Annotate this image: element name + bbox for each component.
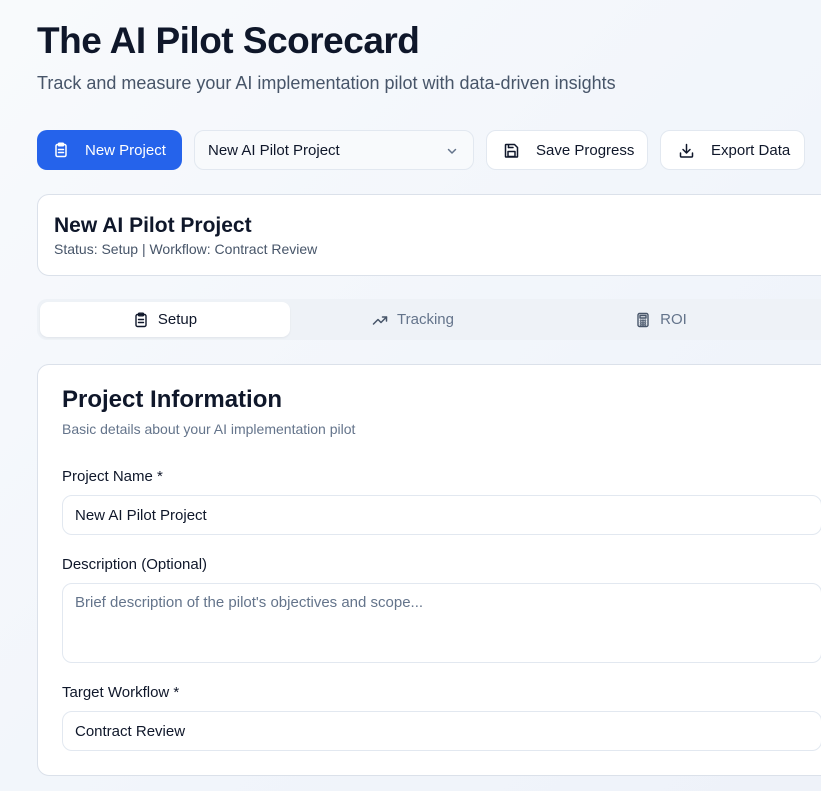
save-progress-button[interactable]: Save Progress — [486, 130, 648, 170]
project-summary-card: New AI Pilot Project Status: Setup | Wor… — [37, 194, 821, 276]
chevron-down-icon — [447, 148, 457, 154]
project-summary-title: New AI Pilot Project — [54, 214, 252, 237]
save-icon — [504, 143, 519, 158]
target-workflow-label: Target Workflow * — [62, 684, 180, 701]
target-workflow-input[interactable] — [62, 711, 821, 751]
page-subtitle: Track and measure your AI implementation… — [37, 73, 616, 93]
tab-roi-label: ROI — [660, 311, 687, 328]
download-icon — [679, 143, 694, 158]
page-title: The AI Pilot Scorecard — [37, 20, 420, 61]
project-information-card: Project Information Basic details about … — [37, 364, 821, 776]
export-data-label: Export Data — [711, 141, 791, 159]
project-name-label: Project Name * — [62, 468, 163, 485]
tab-tracking-label: Tracking — [397, 311, 454, 328]
calculator-icon — [637, 312, 649, 327]
section-title: Project Information — [62, 386, 283, 413]
tab-tracking[interactable]: Tracking — [289, 302, 537, 337]
clipboard-icon — [55, 142, 67, 158]
description-textarea[interactable] — [62, 583, 821, 663]
description-label: Description (Optional) — [62, 556, 208, 573]
save-progress-label: Save Progress — [536, 141, 635, 159]
toolbar: New Project New AI Pilot Project Save Pr… — [37, 130, 821, 170]
project-select[interactable]: New AI Pilot Project — [194, 130, 474, 170]
section-description: Basic details about your AI implementati… — [62, 421, 356, 437]
tab-setup[interactable]: Setup — [40, 302, 290, 337]
tab-setup-label: Setup — [157, 311, 198, 328]
clipboard-icon — [135, 312, 147, 327]
project-select-value: New AI Pilot Project — [208, 141, 340, 159]
new-project-label: New Project — [85, 141, 166, 159]
project-status-line: Status: Setup | Workflow: Contract Revie… — [54, 241, 318, 257]
new-project-button[interactable]: New Project — [37, 130, 182, 170]
export-data-button[interactable]: Export Data — [660, 130, 805, 170]
project-name-input[interactable] — [62, 495, 821, 535]
trending-up-icon — [372, 315, 388, 325]
tab-roi[interactable]: ROI — [537, 302, 785, 337]
tab-bar: Setup Tracking ROI — [37, 299, 821, 340]
